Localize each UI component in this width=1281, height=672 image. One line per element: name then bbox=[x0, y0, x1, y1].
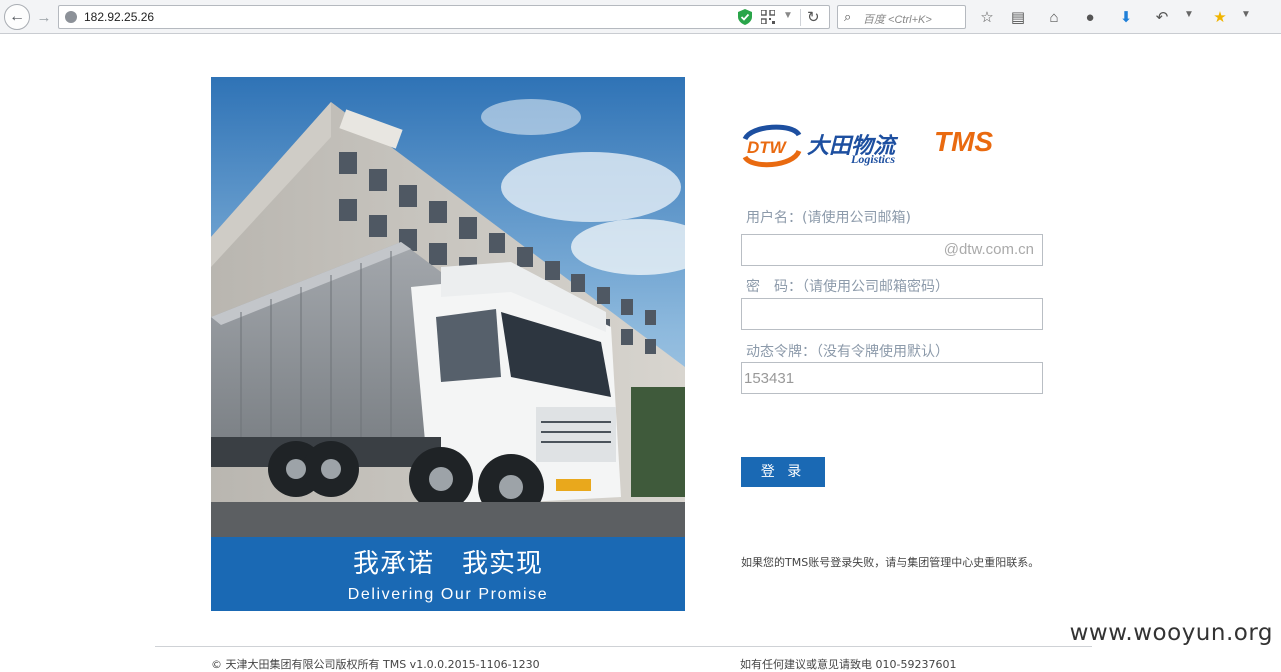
back-arrow-icon[interactable]: ← bbox=[4, 4, 30, 30]
slogan-cn-part-1: 我承诺 bbox=[352, 549, 434, 579]
url-dropdown-icon[interactable]: ▼ bbox=[783, 10, 793, 21]
slogan-cn: 我承诺 我实现 bbox=[211, 543, 685, 580]
watermark: www.wooyun.org bbox=[1069, 620, 1273, 646]
email-domain-suffix: @dtw.com.cn bbox=[943, 241, 1034, 258]
home-icon[interactable]: ⌂ bbox=[1043, 6, 1065, 28]
company-logo: DTW 大田物流 Logistics TMS bbox=[741, 117, 1011, 173]
username-label: 用户名：(请使用公司邮箱) bbox=[746, 210, 911, 226]
url-text: 182.92.25.26 bbox=[84, 10, 155, 24]
bookmark-star-icon[interactable]: ☆ bbox=[976, 6, 998, 28]
divider bbox=[800, 9, 801, 26]
login-button[interactable]: 登 录 bbox=[741, 457, 825, 487]
username-field[interactable]: @dtw.com.cn bbox=[741, 234, 1043, 266]
globe-icon bbox=[65, 11, 77, 23]
qr-code-icon[interactable] bbox=[761, 10, 775, 24]
logo-product: TMS bbox=[934, 126, 994, 157]
search-bar[interactable]: ⌕ 百度 <Ctrl+K> bbox=[837, 5, 966, 29]
address-bar[interactable]: 182.92.25.26 ▼ ↻ bbox=[58, 5, 830, 29]
token-label: 动态令牌：（没有令牌使用默认） bbox=[746, 344, 949, 360]
login-help-notice: 如果您的TMS账号登录失败，请与集团管理中心史重阳联系。 bbox=[741, 556, 1040, 569]
reading-list-icon[interactable]: ▤ bbox=[1007, 6, 1029, 28]
contact-text: 如有任何建议或意见请致电 010-59237601 bbox=[740, 658, 957, 671]
logo-badge-text: DTW bbox=[747, 138, 788, 157]
dtw-logo-icon: DTW bbox=[742, 124, 802, 168]
chevron-down-icon[interactable]: ▼ bbox=[1241, 9, 1251, 20]
forward-arrow-icon[interactable]: → bbox=[35, 7, 53, 27]
logo-name-en: Logistics bbox=[851, 152, 895, 166]
reload-icon[interactable]: ↻ bbox=[807, 8, 820, 26]
hero-image: 我承诺 我实现 Delivering Our Promise bbox=[211, 77, 685, 611]
undo-icon[interactable]: ↶ bbox=[1151, 6, 1173, 28]
shield-icon[interactable] bbox=[738, 9, 752, 25]
browser-toolbar: ← → 182.92.25.26 ▼ ↻ ⌕ 百度 <Ctrl+K> ☆ ▤ ⌂… bbox=[0, 0, 1281, 34]
download-icon[interactable]: ⬇ bbox=[1115, 6, 1137, 28]
addon-star-icon[interactable]: ★ bbox=[1209, 6, 1231, 28]
slogan-banner: 我承诺 我实现 Delivering Our Promise bbox=[211, 537, 685, 611]
token-value: 153431 bbox=[744, 370, 795, 387]
password-label: 密 码：（请使用公司邮箱密码） bbox=[746, 279, 949, 295]
footer-divider bbox=[155, 646, 1092, 647]
chevron-down-icon[interactable]: ▼ bbox=[1184, 9, 1194, 20]
password-field[interactable] bbox=[741, 298, 1043, 330]
token-field[interactable]: 153431 bbox=[741, 362, 1043, 394]
slogan-cn-part-2: 我实现 bbox=[462, 549, 544, 579]
chat-bubble-icon[interactable]: ● bbox=[1079, 6, 1101, 28]
search-placeholder: 百度 <Ctrl+K> bbox=[863, 14, 932, 26]
slogan-en: Delivering Our Promise bbox=[347, 586, 549, 603]
truck-building-photo bbox=[211, 77, 685, 537]
copyright-text: © 天津大田集团有限公司版权所有 TMS v1.0.0.2015-1106-12… bbox=[211, 658, 540, 671]
search-icon: ⌕ bbox=[844, 9, 852, 24]
